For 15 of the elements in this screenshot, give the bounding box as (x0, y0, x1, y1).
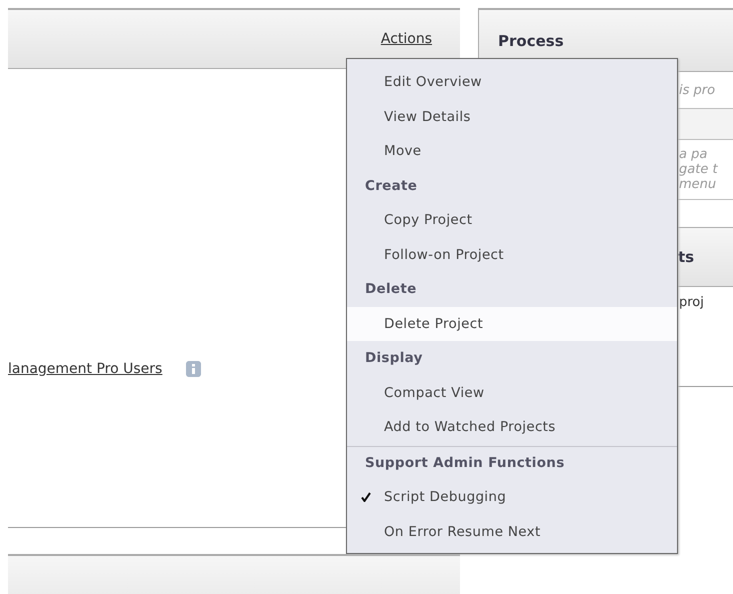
menu-item[interactable]: Script Debugging (347, 480, 677, 514)
menu-item[interactable]: On Error Resume Next (347, 514, 677, 549)
actions-link[interactable]: Actions (380, 30, 436, 47)
menu-section-title: Delete (364, 280, 418, 300)
group-link[interactable]: lanagement Pro Users (8, 361, 166, 378)
menu-section-title: Support Admin Functions (347, 446, 677, 480)
menu-item[interactable]: View Details (347, 100, 677, 134)
hint-text: is pro (679, 82, 716, 98)
menu-item[interactable]: Add to Watched Projects (347, 410, 677, 444)
menu-section-title: Display (364, 349, 424, 368)
menu-item[interactable]: Delete Project (347, 306, 677, 341)
section-text: proj (679, 295, 704, 310)
menu-item[interactable]: Compact View (347, 376, 677, 410)
info-icon[interactable] (186, 361, 202, 378)
menu-section-title: Create (364, 176, 418, 196)
